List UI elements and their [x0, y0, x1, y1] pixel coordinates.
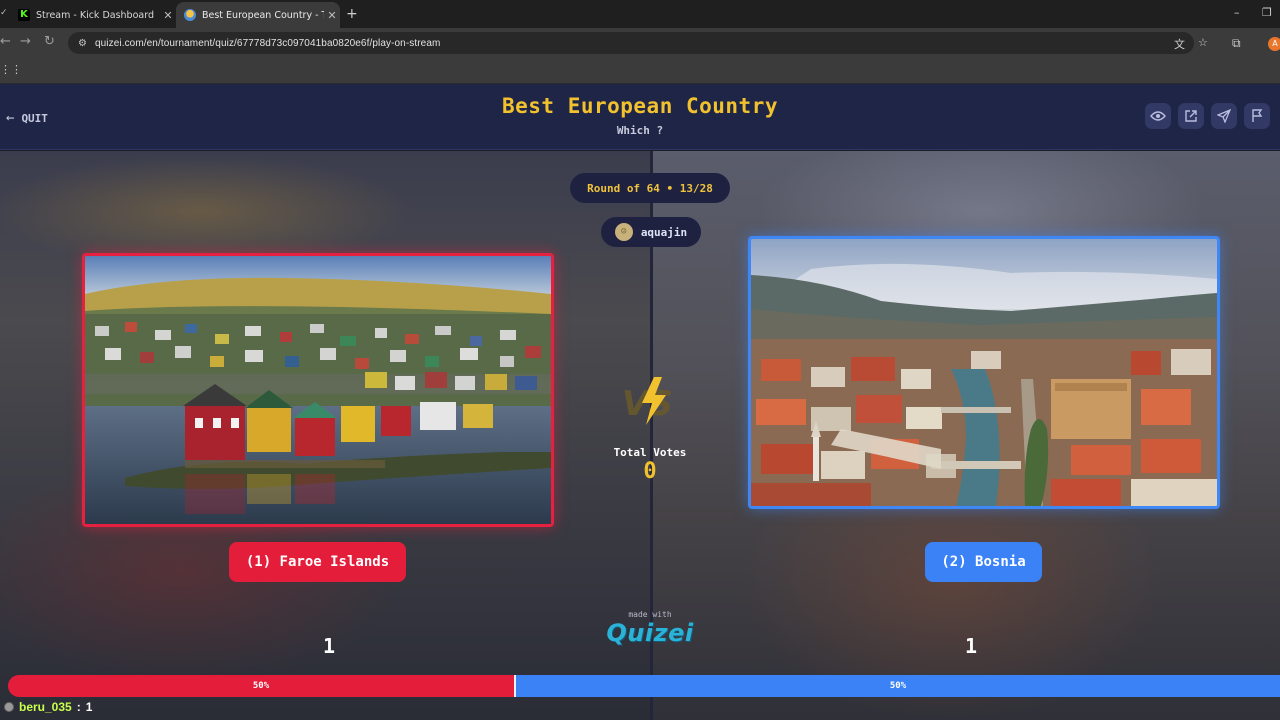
eye-icon	[1150, 111, 1166, 121]
total-votes-label: Total Votes	[613, 446, 687, 459]
view-button[interactable]	[1145, 103, 1171, 129]
back-icon[interactable]: ←	[0, 34, 11, 49]
matchup-arena: Round of 64 • 13/28 ☺ aquajin VS Total V…	[0, 151, 1280, 720]
quizei-favicon-icon	[184, 9, 196, 21]
vote-bar-left: 50%	[8, 675, 514, 697]
option-left-button[interactable]: (1) Faroe Islands	[229, 542, 406, 582]
option-right-button[interactable]: (2) Bosnia	[925, 542, 1042, 582]
made-with-label: made with	[628, 610, 672, 619]
forward-icon[interactable]: →	[20, 34, 31, 49]
vote-bar-right: 50%	[514, 675, 1280, 697]
page-subtitle: Which ?	[616, 124, 664, 137]
apps-grid-icon[interactable]: ⋮⋮	[0, 63, 22, 76]
report-button[interactable]	[1244, 103, 1270, 129]
voter-vote: 1	[85, 700, 93, 714]
quizei-logo[interactable]: Quizei	[590, 619, 710, 647]
vote-split-bar: 50% 50%	[8, 675, 1280, 697]
translate-icon[interactable]: 文	[1174, 36, 1185, 52]
tab-best-european-country[interactable]: Best European Country - Tier Li ✕	[176, 2, 340, 28]
send-icon	[1217, 109, 1231, 123]
close-tab-icon[interactable]: ✕	[324, 9, 340, 22]
kick-favicon-icon: K	[18, 9, 30, 21]
tab-title: Stream - Kick Dashboard	[36, 9, 154, 21]
voter-avatar	[4, 702, 14, 712]
extensions-icon[interactable]: ⧉	[1232, 36, 1241, 51]
streamer-badge: ☺ aquajin	[601, 217, 701, 247]
option-left-vote-count: 1	[322, 634, 336, 658]
svg-text:VS: VS	[622, 384, 673, 424]
url-field[interactable]: ⚙ quizei.com/en/tournament/quiz/67778d73…	[68, 32, 1208, 54]
new-tab-icon[interactable]: +	[346, 6, 358, 22]
versus-lightning-icon: VS	[622, 377, 673, 425]
site-settings-icon[interactable]: ⚙	[78, 38, 87, 49]
tab-kick-dashboard[interactable]: K Stream - Kick Dashboard ✕	[10, 2, 176, 28]
profile-avatar[interactable]: A	[1268, 37, 1280, 51]
streamer-name: aquajin	[640, 225, 688, 239]
option-right-vote-count: 1	[964, 634, 978, 658]
tab-search-icon[interactable]: ✓	[0, 8, 8, 18]
round-badge: Round of 64 • 13/28	[570, 173, 730, 203]
bookmarks-bar: ⋮⋮	[0, 58, 1280, 84]
reload-icon[interactable]: ↻	[44, 34, 55, 49]
browser-address-bar: ← → ↻ ⚙ quizei.com/en/tournament/quiz/67…	[0, 28, 1280, 58]
option-right-image[interactable]	[748, 236, 1220, 509]
streamer-avatar: ☺	[614, 223, 633, 241]
share-button[interactable]	[1178, 103, 1204, 129]
flag-icon	[1252, 109, 1263, 122]
tab-title: Best European Country - Tier Li	[202, 9, 324, 21]
send-button[interactable]	[1211, 103, 1237, 129]
page-title: Best European Country	[501, 94, 778, 118]
versus-emblem: VS	[618, 373, 688, 429]
minimize-window-icon[interactable]: –	[1234, 6, 1240, 19]
url-text: quizei.com/en/tournament/quiz/67778d73c0…	[94, 37, 441, 49]
voter-separator: :	[76, 700, 81, 714]
bookmark-star-icon[interactable]: ☆	[1198, 36, 1208, 49]
bosnia-photo	[751, 239, 1217, 506]
quiz-header: ← QUIT Best European Country Which ?	[0, 84, 1280, 150]
voter-name: beru_035	[19, 700, 72, 714]
faroe-islands-photo	[85, 256, 551, 524]
total-votes-value: 0	[643, 459, 657, 484]
close-tab-icon[interactable]: ✕	[160, 9, 176, 22]
option-left-image[interactable]	[82, 253, 554, 527]
browser-tab-bar: ✓ K Stream - Kick Dashboard ✕ Best Europ…	[0, 0, 1280, 28]
external-link-icon	[1185, 110, 1197, 122]
restore-window-icon[interactable]: ❐	[1262, 6, 1272, 19]
chat-vote-entry: beru_035 : 1	[4, 700, 92, 714]
